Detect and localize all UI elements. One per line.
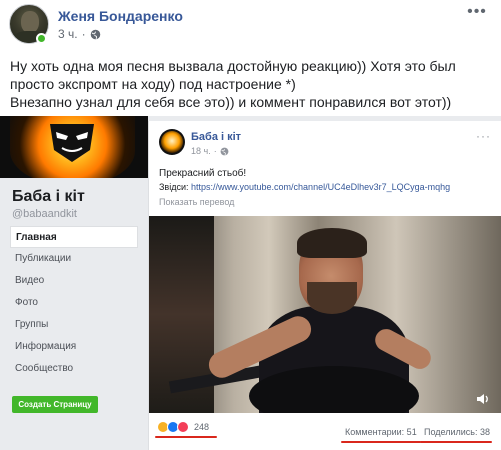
nav-item-photos[interactable]: Фото [10, 292, 138, 314]
nav-item-videos[interactable]: Видео [10, 270, 138, 292]
comments-count-link[interactable]: Комментарии: 51 [345, 427, 417, 437]
nav-item-groups[interactable]: Группы [10, 314, 138, 336]
post-time[interactable]: 3 ч. [58, 27, 78, 41]
more-icon[interactable]: ··· [476, 129, 491, 143]
shares-underline [420, 441, 492, 443]
reactions-underline [155, 436, 217, 438]
video-player[interactable] [149, 216, 501, 413]
source-label: Звідси: [159, 182, 191, 192]
embedded-post-time[interactable]: 18 ч. [191, 146, 211, 156]
nav-item-community[interactable]: Сообщество [10, 358, 138, 380]
reactions-summary[interactable]: 248 [157, 421, 209, 433]
page-profile-picture [0, 116, 148, 178]
post-text: Ну хоть одна моя песня вызвала достойную… [10, 57, 496, 111]
page-handle: @babaandkit [12, 208, 77, 220]
mask-logo-icon [50, 124, 94, 162]
globe-icon [90, 29, 100, 39]
nav-item-home[interactable]: Главная [10, 226, 138, 248]
create-page-button[interactable]: Создать Страницу [12, 396, 98, 413]
post-text-line: Ну хоть одна моя песня вызвала достойную… [10, 58, 456, 74]
embedded-post-meta: 18 ч. · [191, 146, 229, 156]
page-nav: Главная Публикации Видео Фото Группы Инф… [10, 226, 138, 380]
post-header: Женя Бондаренко 3 ч. · ••• [0, 0, 501, 52]
page-title: Баба і кіт [12, 188, 85, 205]
embedded-post-source: Звідси: https://www.youtube.com/channel/… [159, 182, 450, 192]
more-icon[interactable]: ••• [467, 4, 487, 20]
source-link[interactable]: https://www.youtube.com/channel/UC4eDlhe… [191, 182, 450, 192]
online-status-icon [36, 33, 47, 44]
author-name[interactable]: Женя Бондаренко [58, 8, 183, 24]
volume-icon[interactable] [476, 393, 490, 405]
globe-icon [220, 147, 229, 155]
nav-item-info[interactable]: Информация [10, 336, 138, 358]
post-text-line: просто экспромт на ходу) под настроение … [10, 76, 296, 92]
embedded-post-card: Баба і кіт 18 ч. · ··· Прекрасний стьоб!… [148, 121, 501, 450]
nav-item-posts[interactable]: Публикации [10, 248, 138, 270]
embedded-post-author[interactable]: Баба і кіт [191, 131, 241, 143]
embedded-post-avatar[interactable] [159, 129, 185, 155]
post-meta: 3 ч. · [58, 27, 101, 41]
love-reaction-icon [177, 421, 189, 433]
embedded-screenshot: Баба і кіт @babaandkit Главная Публикаци… [0, 116, 501, 450]
show-translation-link[interactable]: Показать перевод [159, 197, 234, 207]
reactions-count: 248 [194, 422, 210, 432]
comments-underline [341, 441, 421, 443]
shares-count-link[interactable]: Поделились: 38 [424, 427, 490, 437]
page-sidebar: Баба і кіт @babaandkit Главная Публикаци… [0, 178, 148, 450]
embedded-post-text: Прекрасний стьоб! [159, 168, 247, 179]
post-text-line: Внезапно узнал для себя все это)) и комм… [10, 94, 452, 110]
